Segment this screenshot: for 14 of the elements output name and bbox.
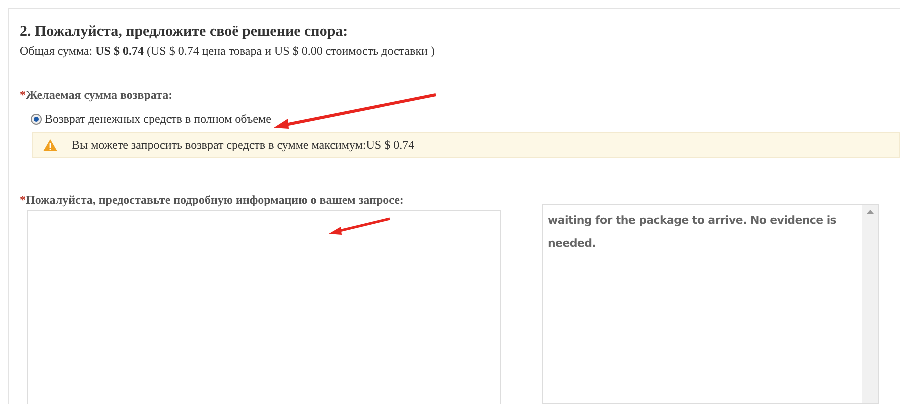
scroll-up-icon[interactable] xyxy=(866,210,874,214)
warning-text: Вы можете запросить возврат средств в сумме максимум:US $ 0.74 xyxy=(72,137,415,154)
warning-icon xyxy=(43,138,58,152)
radio-label[interactable]: Возврат денежных средств в полном объеме xyxy=(45,110,272,128)
annotation-arrow xyxy=(328,217,392,237)
hint-text: waiting for the package to arrive. No evidence is needed. xyxy=(547,213,838,252)
required-mark: * xyxy=(20,87,26,103)
section-title: 2. Пожалуйста, предложите своё решение спора: xyxy=(20,23,348,42)
scrollbar[interactable] xyxy=(862,205,878,403)
field-label: Желаемая сумма возврата: xyxy=(26,87,173,103)
total-amount-text: Общая сумма: US $ 0.74 (US $ 0.74 цена товара и US $ 0.00 стоимость доставки ) xyxy=(20,43,435,59)
radio-button[interactable] xyxy=(31,114,42,124)
field-label: Пожалуйста, предоставьте подробную информацию о вашем запросе: xyxy=(26,192,404,208)
required-mark: * xyxy=(20,192,26,208)
